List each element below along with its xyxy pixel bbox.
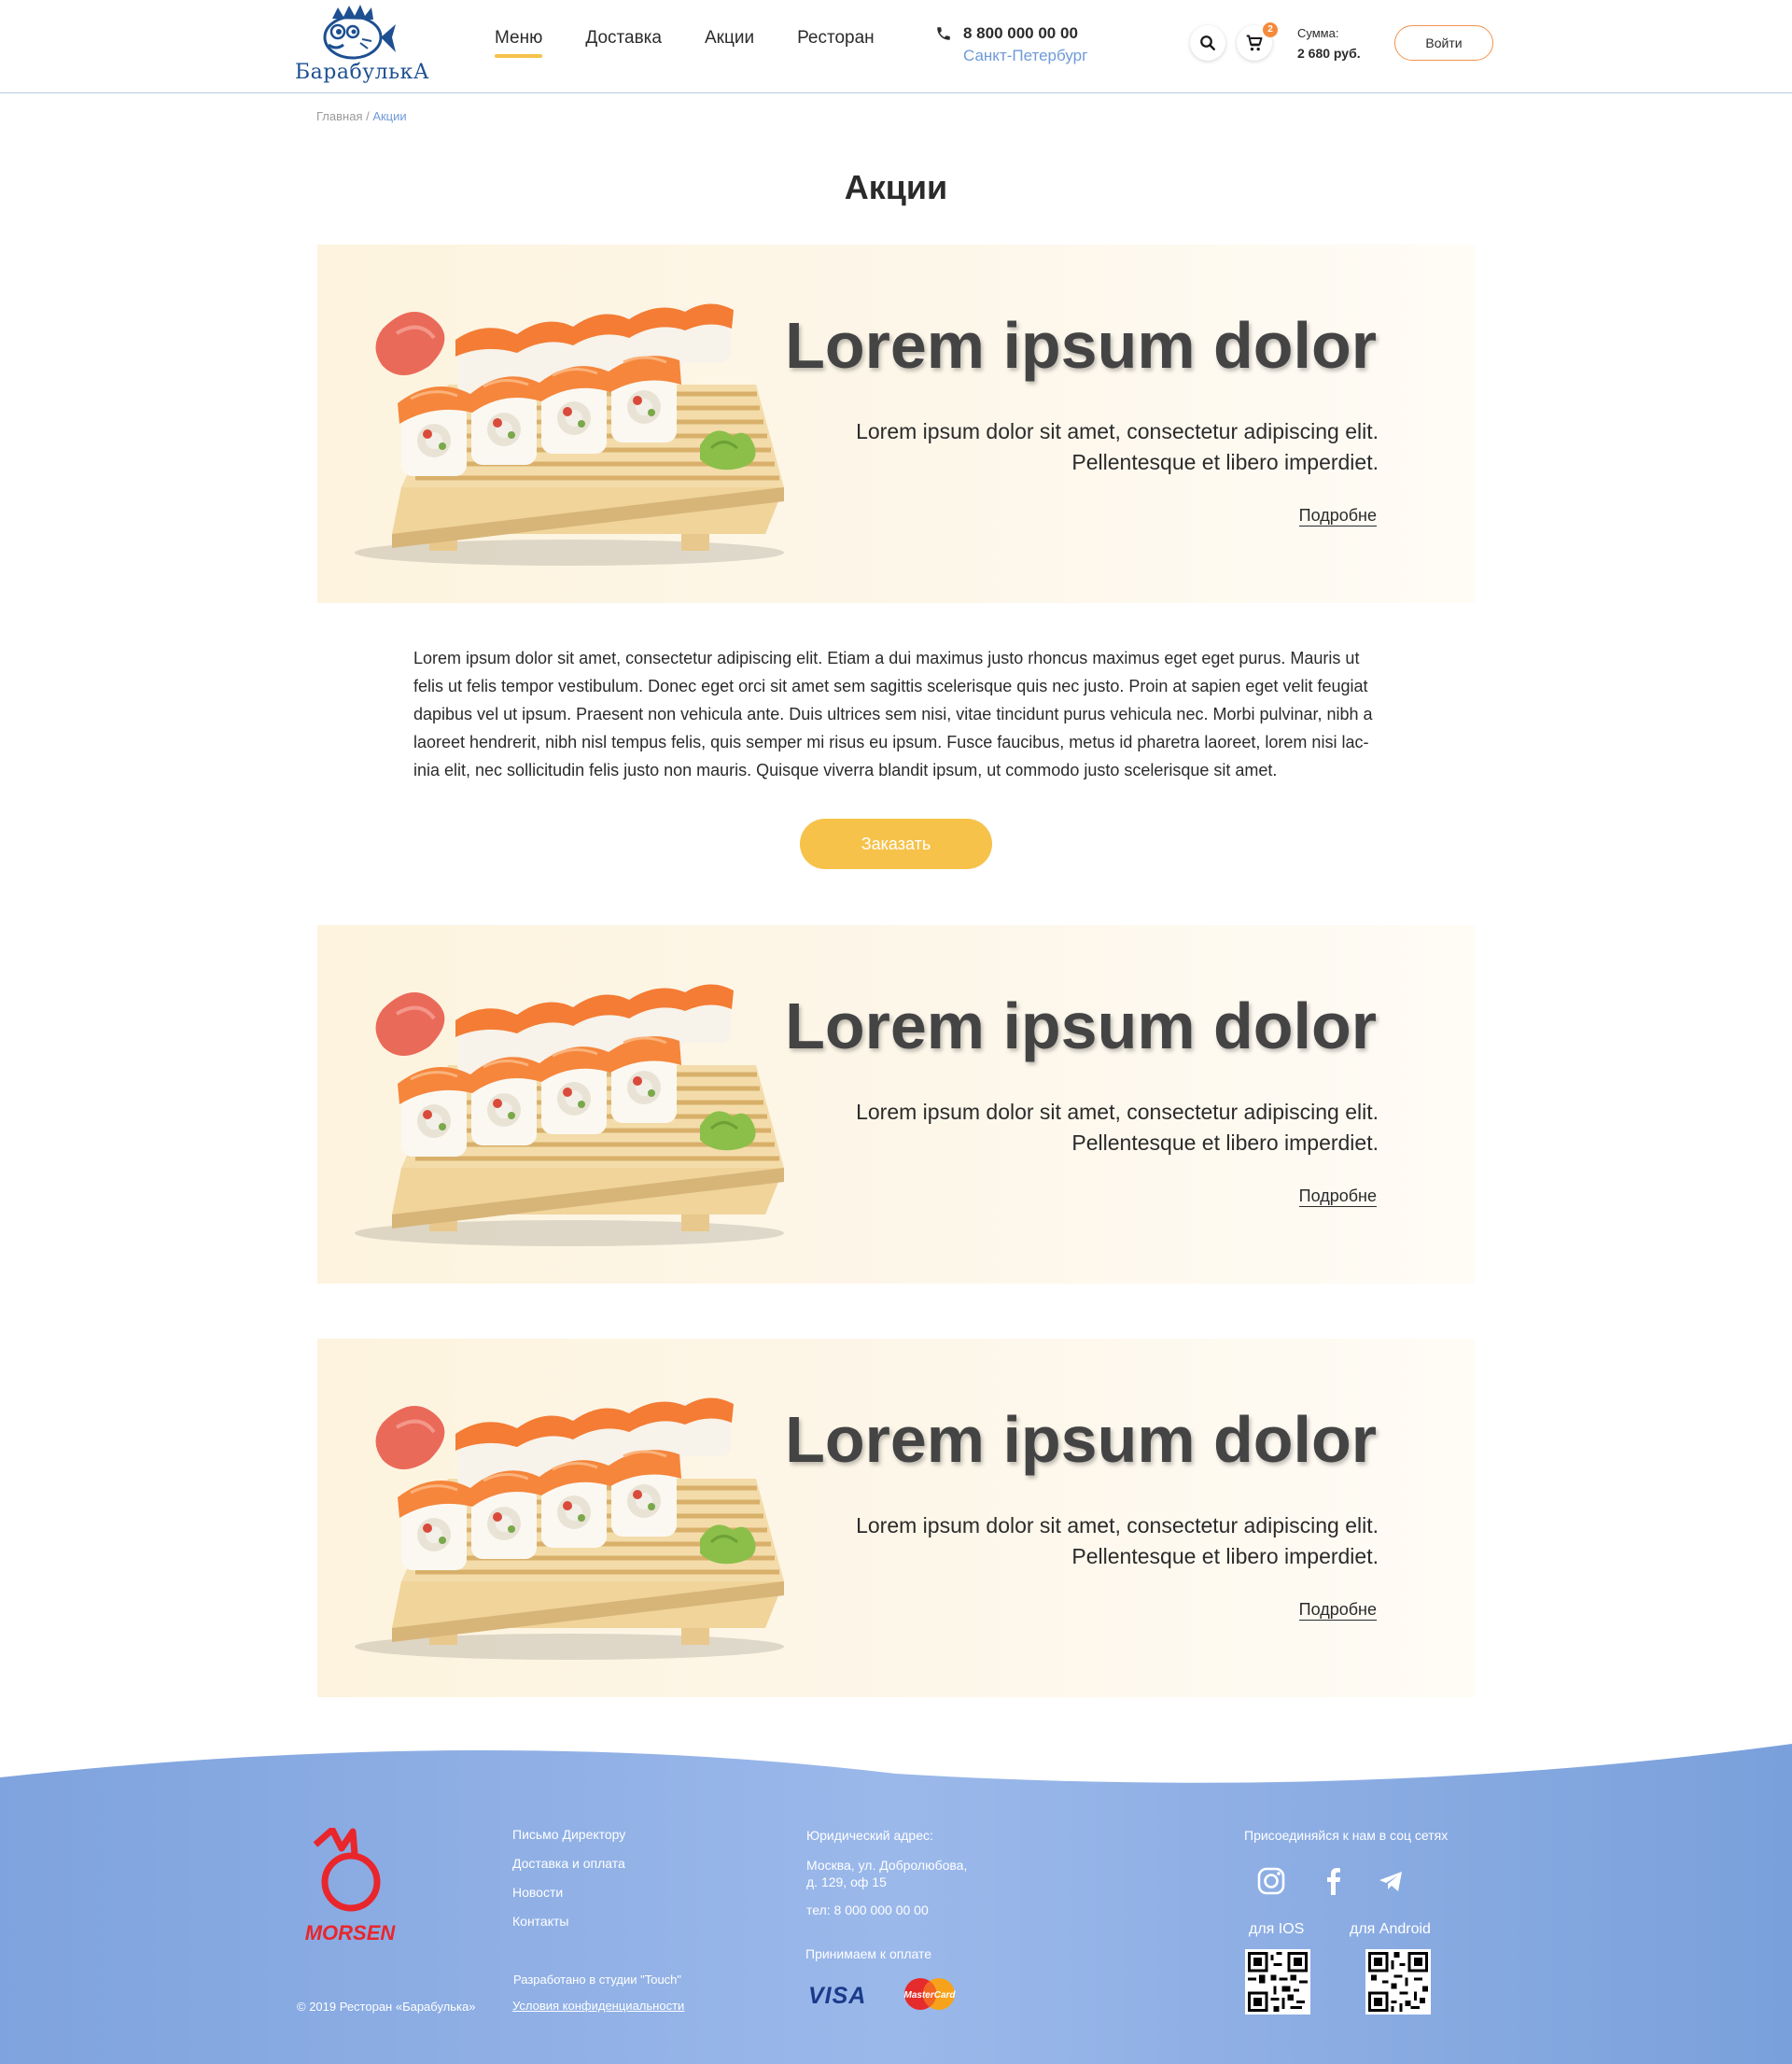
phone-number[interactable]: 8 800 000 00 00 [963, 24, 1078, 43]
promo-more-link[interactable]: Подробне [1298, 1186, 1377, 1207]
promo-heading: Lorem ipsum dolor [785, 1403, 1377, 1476]
studio-credit: Разработано в студии "Touch" [513, 1973, 682, 1987]
promo-text: Lorem ipsum dolor sit amet, consectetur … [781, 1510, 1379, 1572]
promo-description: Lorem ipsum dolor sit amet, consectetur … [413, 649, 1373, 779]
morsen-logo[interactable]: MORSEN [297, 1828, 403, 1945]
promo-heading: Lorem ipsum dolor [785, 990, 1377, 1062]
login-button[interactable]: Войти [1394, 25, 1493, 61]
breadcrumb-current: Акции [372, 109, 407, 123]
page-title: Акции [844, 168, 948, 206]
telegram-icon[interactable] [1376, 1865, 1407, 1897]
logo[interactable]: БарабулькА [295, 4, 430, 86]
search-icon [1200, 35, 1215, 50]
facebook-icon[interactable] [1318, 1865, 1350, 1897]
breadcrumb-separator: / [362, 109, 373, 123]
promo-banner-2[interactable]: Lorem ipsum dolor Lorem ipsum dolor sit … [317, 925, 1475, 1284]
footer-link-news[interactable]: Новости [512, 1885, 625, 1900]
visa-logo: VISA [808, 1983, 867, 2009]
morsen-logo-text: MORSEN [305, 1921, 397, 1945]
promo-text-line: Pellentesque et libero imperdiet. [1071, 1544, 1379, 1568]
main-nav: Меню Доставка Акции Ресторан [495, 28, 875, 58]
promo-text: Lorem ipsum dolor sit amet, consectetur … [781, 1097, 1379, 1158]
promo-more-link[interactable]: Подробне [1298, 506, 1377, 527]
android-label: для Android [1350, 1921, 1431, 1937]
instagram-icon[interactable] [1255, 1865, 1287, 1897]
sum-value: 2 680 руб. [1297, 46, 1361, 61]
mastercard-logo: MasterCard [903, 1978, 956, 2010]
promo-banner-1[interactable]: Lorem ipsum dolor Lorem ipsum dolor sit … [317, 245, 1475, 603]
promo-text-line: Pellentesque et libero imperdiet. [1071, 1130, 1379, 1155]
social-label: Присоединяйся к нам в соц сетях [1244, 1828, 1449, 1843]
promo-text-line: Lorem ipsum dolor sit amet, consectetur … [856, 1100, 1379, 1124]
order-button[interactable]: Заказать [800, 819, 992, 869]
cart-button[interactable]: 2 [1237, 22, 1278, 61]
breadcrumb-home[interactable]: Главная [316, 109, 362, 123]
sushi-image [345, 301, 793, 571]
legal-address: Юридический адрес: Москва, ул. Добролюбо… [806, 1827, 967, 1918]
nav-item-delivery[interactable]: Доставка [585, 28, 662, 58]
ios-label: для IOS [1249, 1921, 1305, 1937]
payment-label: Принимаем к оплате [805, 1946, 932, 1961]
mastercard-text: MasterCard [903, 1990, 956, 2001]
address-line: д. 129, оф 15 [806, 1874, 887, 1889]
footer-link-director-letter[interactable]: Письмо Директору [512, 1827, 625, 1842]
sushi-image [345, 1395, 793, 1665]
qr-code-android[interactable] [1365, 1949, 1431, 2015]
footer-link-delivery[interactable]: Доставка и оплата [512, 1856, 625, 1871]
logo-text: БарабулькА [295, 61, 430, 84]
phone-icon [937, 27, 950, 40]
address-line: Москва, ул. Добролюбова, [806, 1858, 968, 1873]
promo-text-line: Lorem ipsum dolor sit amet, consectetur … [856, 1513, 1379, 1537]
promo-banner-3[interactable]: Lorem ipsum dolor Lorem ipsum dolor sit … [317, 1339, 1475, 1697]
city-selector[interactable]: Санкт-Петербург [963, 47, 1087, 65]
site-header: БарабулькА Меню Доставка Акции Ресторан … [0, 0, 1792, 93]
sum-label: Сумма: [1297, 26, 1339, 40]
footer-link-contacts[interactable]: Контакты [512, 1914, 625, 1929]
qr-code-ios[interactable] [1245, 1949, 1310, 2015]
privacy-link[interactable]: Условия конфиденциальности [512, 1999, 684, 2013]
promo-text-line: Lorem ipsum dolor sit amet, consectetur … [856, 419, 1379, 443]
cart-count-badge: 2 [1263, 22, 1278, 37]
cart-sum: Сумма: 2 680 руб. [1297, 26, 1361, 61]
breadcrumb: Главная / Акции [316, 109, 407, 123]
copyright: © 2019 Ресторан «Барабулька» [297, 2000, 476, 2014]
promo-more-link[interactable]: Подробне [1298, 1600, 1377, 1621]
cart-icon [1246, 35, 1263, 51]
footer-links: Письмо Директору Доставка и оплата Новос… [512, 1827, 625, 1943]
nav-item-promotions[interactable]: Акции [705, 28, 754, 58]
nav-item-menu[interactable]: Меню [495, 28, 543, 58]
promo-heading: Lorem ipsum dolor [785, 309, 1377, 382]
legal-title: Юридический адрес: [806, 1828, 933, 1843]
promo-text-line: Pellentesque et libero imperdiet. [1071, 450, 1379, 474]
fish-logo-icon [323, 5, 396, 60]
nav-item-restaurant[interactable]: Ресторан [797, 28, 875, 58]
search-button[interactable] [1190, 25, 1225, 61]
promo-text: Lorem ipsum dolor sit amet, consectetur … [781, 416, 1379, 478]
footer-phone[interactable]: тел: 8 000 000 00 00 [806, 1902, 967, 1918]
sushi-image [345, 981, 793, 1252]
